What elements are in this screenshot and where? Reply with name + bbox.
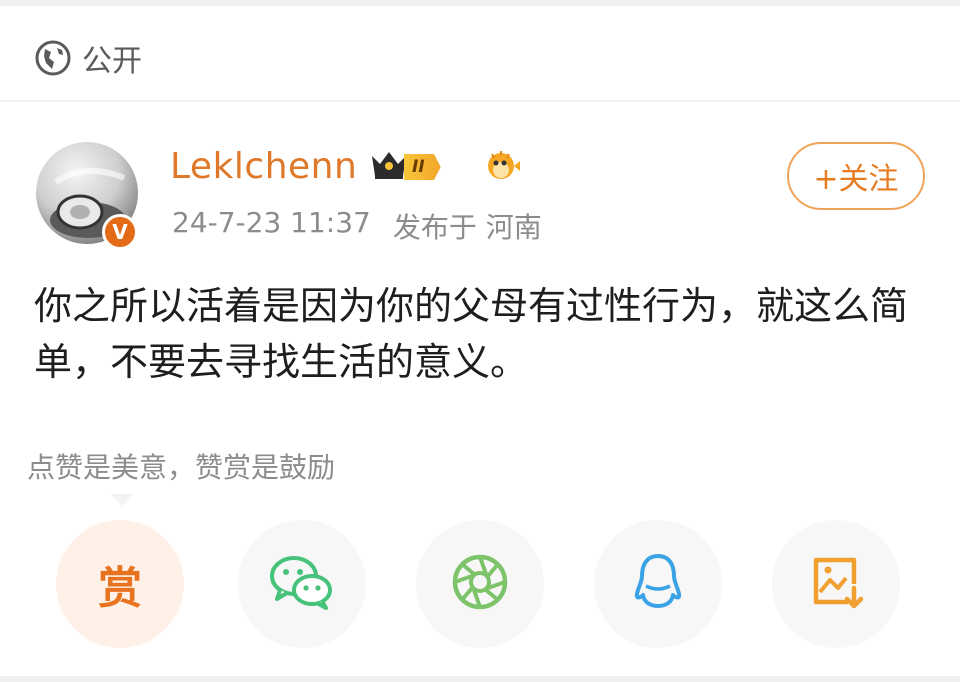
location: 发布于 河南: [392, 211, 542, 244]
post-meta: 24-7-23 11:37 发布于 河南: [172, 206, 542, 246]
tip-pointer: [110, 494, 134, 506]
moments-icon: [450, 552, 510, 616]
save-image-icon: [808, 552, 864, 616]
weibo-post-card: 公开 V Leklchenn II 24-7-23 11:37 发布于 河南 +…: [0, 6, 960, 676]
moments-share-button[interactable]: [416, 520, 544, 648]
vip-badge[interactable]: II: [368, 150, 441, 184]
visibility-label: 公开: [82, 44, 142, 79]
reward-icon: 赏: [98, 563, 142, 614]
qq-icon: [632, 552, 684, 616]
follow-button[interactable]: +关注: [787, 142, 925, 210]
verified-badge: V: [102, 214, 138, 250]
visibility-indicator[interactable]: 公开: [34, 36, 142, 80]
save-image-button[interactable]: [772, 520, 900, 648]
crown-icon: [368, 148, 410, 186]
globe-icon: [34, 39, 72, 77]
wechat-share-button[interactable]: [238, 520, 366, 648]
post-text: 你之所以活着是因为你的父母有过性行为，就这么简单，不要去寻找生活的意义。: [34, 284, 909, 384]
reward-button[interactable]: 赏: [56, 520, 184, 648]
reward-tip: 点赞是美意，赞赏是鼓励: [27, 451, 336, 484]
wechat-icon: [268, 552, 336, 616]
share-actions: 赏: [0, 520, 960, 650]
qq-share-button[interactable]: [594, 520, 722, 648]
username[interactable]: Leklchenn: [170, 146, 357, 187]
vip-level: II: [404, 154, 441, 180]
divider: [0, 100, 960, 102]
pufferfish-icon: [482, 146, 522, 190]
timestamp: 24-7-23 11:37: [172, 206, 371, 239]
